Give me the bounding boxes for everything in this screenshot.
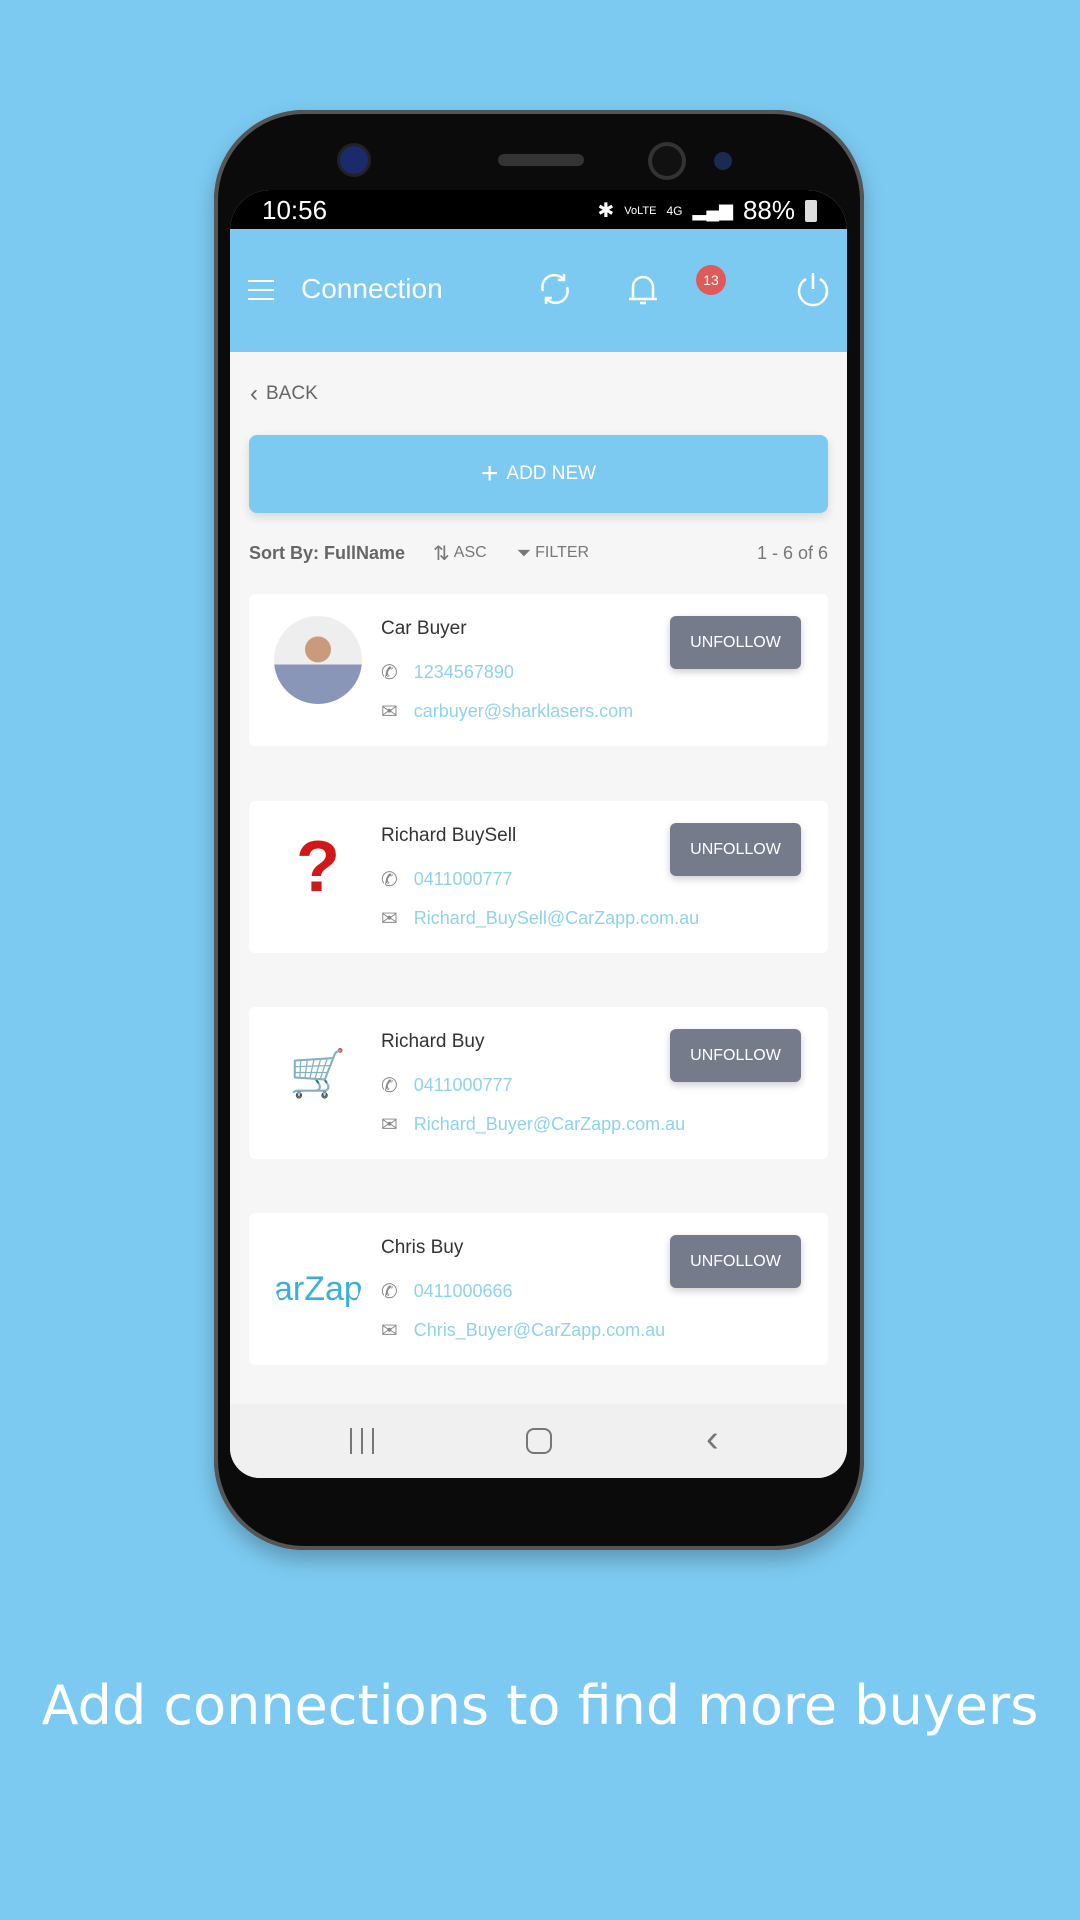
sort-arrows-icon: ⇅ [433, 542, 450, 565]
phone-row: ✆ 0411000666 [381, 1279, 513, 1304]
battery-level: 88% [742, 195, 795, 225]
nav-back-icon[interactable]: ‹ [706, 1418, 719, 1461]
mail-icon: ✉ [381, 1114, 398, 1136]
phone-link[interactable]: 0411000777 [414, 869, 513, 890]
front-camera [652, 146, 682, 176]
phone-icon: ✆ [381, 662, 398, 684]
phone-icon: ✆ [381, 1075, 398, 1097]
phone-link[interactable]: 0411000777 [414, 1075, 513, 1096]
connection-name: Chris Buy [381, 1237, 464, 1258]
phone-icon: ✆ [381, 1281, 398, 1303]
status-time: 10:56 [262, 195, 328, 225]
avatar: ? [274, 823, 362, 911]
back-label: BACK [266, 383, 318, 404]
phone-row: ✆ 1234567890 [381, 660, 514, 685]
connection-name: Richard BuySell [381, 825, 517, 846]
unfollow-button[interactable]: UNFOLLOW [670, 616, 801, 669]
add-new-label: ADD NEW [506, 463, 597, 484]
page-title: Connection [301, 273, 443, 304]
phone-row: ✆ 0411000777 [381, 867, 513, 892]
sort-bar: Sort By: FullName ⇅ ASC ⏷ FILTER 1 - 6 of … [249, 540, 828, 566]
email-row: ✉ Richard_BuySell@CarZapp.com.au [381, 906, 699, 931]
mail-icon: ✉ [381, 908, 398, 930]
connection-name: Car Buyer [381, 618, 467, 639]
status-bar: 10:56 ✱ VoLTE 4G ▂▄▆ 88% [230, 190, 847, 229]
network-icon: 4G [666, 203, 683, 218]
home-icon[interactable] [526, 1428, 552, 1454]
phone-icon: ✆ [381, 869, 398, 891]
connection-card: ? Richard BuySell ✆ 0411000777 ✉ Richard_B… [249, 801, 828, 953]
connection-card: arZap Chris Buy ✆ 0411000666 ✉ Chris_Buyer… [249, 1213, 828, 1365]
phone-link[interactable]: 1234567890 [414, 662, 514, 683]
back-button[interactable]: ‹ BACK [250, 380, 318, 408]
filter-label: FILTER [535, 544, 590, 561]
power-icon[interactable] [793, 269, 833, 309]
connection-card: Car Buyer ✆ 1234567890 ✉ carbuyer@sharklas… [249, 594, 828, 746]
speaker [498, 154, 584, 166]
bluetooth-icon: ✱ [597, 200, 615, 222]
android-nav-bar: ‹ [230, 1404, 847, 1478]
filter-icon: ⏷ [516, 542, 532, 563]
email-link[interactable]: Richard_BuySell@CarZapp.com.au [414, 908, 699, 929]
phone-row: ✆ 0411000777 [381, 1073, 513, 1098]
battery-icon [805, 199, 817, 222]
filter-button[interactable]: ⏷ FILTER [517, 543, 589, 564]
add-new-button[interactable]: + ADD NEW [249, 435, 828, 513]
email-link[interactable]: Richard_Buyer@CarZapp.com.au [414, 1114, 685, 1135]
unfollow-button[interactable]: UNFOLLOW [670, 1029, 801, 1082]
phone-link[interactable]: 0411000666 [414, 1281, 513, 1302]
refresh-icon[interactable] [535, 269, 575, 309]
result-count: 1 - 6 of 6 [756, 542, 828, 563]
email-row: ✉ Richard_Buyer@CarZapp.com.au [381, 1112, 685, 1137]
signal-icon: ▂▄▆ [692, 200, 733, 220]
sort-by-selector[interactable]: Sort By: FullName [249, 543, 405, 564]
email-row: ✉ carbuyer@sharklasers.com [381, 699, 633, 724]
recent-apps-icon[interactable] [350, 1428, 374, 1454]
mail-icon: ✉ [381, 1320, 398, 1342]
sort-order-button[interactable]: ⇅ ASC [433, 541, 487, 566]
avatar: arZap [274, 1235, 362, 1323]
connection-card: 🛒 Richard Buy ✆ 0411000777 ✉ Richard_Buyer… [249, 1007, 828, 1159]
email-row: ✉ Chris_Buyer@CarZapp.com.au [381, 1318, 665, 1343]
plus-icon: + [480, 457, 499, 490]
avatar [274, 616, 362, 704]
unfollow-button[interactable]: UNFOLLOW [670, 823, 801, 876]
app-header: Connection 13 [230, 229, 847, 352]
unfollow-button[interactable]: UNFOLLOW [670, 1235, 801, 1288]
mail-icon: ✉ [381, 701, 398, 723]
caption: Add connections to find more buyers [41, 1674, 1039, 1737]
phone-screen: 10:56 ✱ VoLTE 4G ▂▄▆ 88% Connection 13 ‹… [230, 190, 847, 1478]
email-link[interactable]: Chris_Buyer@CarZapp.com.au [414, 1320, 665, 1341]
bell-icon[interactable] [623, 269, 663, 309]
notification-badge: 13 [696, 265, 726, 295]
front-sensor [340, 146, 368, 174]
volte-icon: VoLTE [624, 204, 657, 217]
connection-name: Richard Buy [381, 1031, 485, 1052]
email-link[interactable]: carbuyer@sharklasers.com [414, 701, 633, 722]
chevron-left-icon: ‹ [250, 380, 258, 407]
hamburger-menu-icon[interactable] [248, 280, 274, 300]
iris-sensor [714, 152, 732, 170]
sort-order-label: ASC [453, 544, 487, 561]
avatar: 🛒 [274, 1029, 362, 1117]
